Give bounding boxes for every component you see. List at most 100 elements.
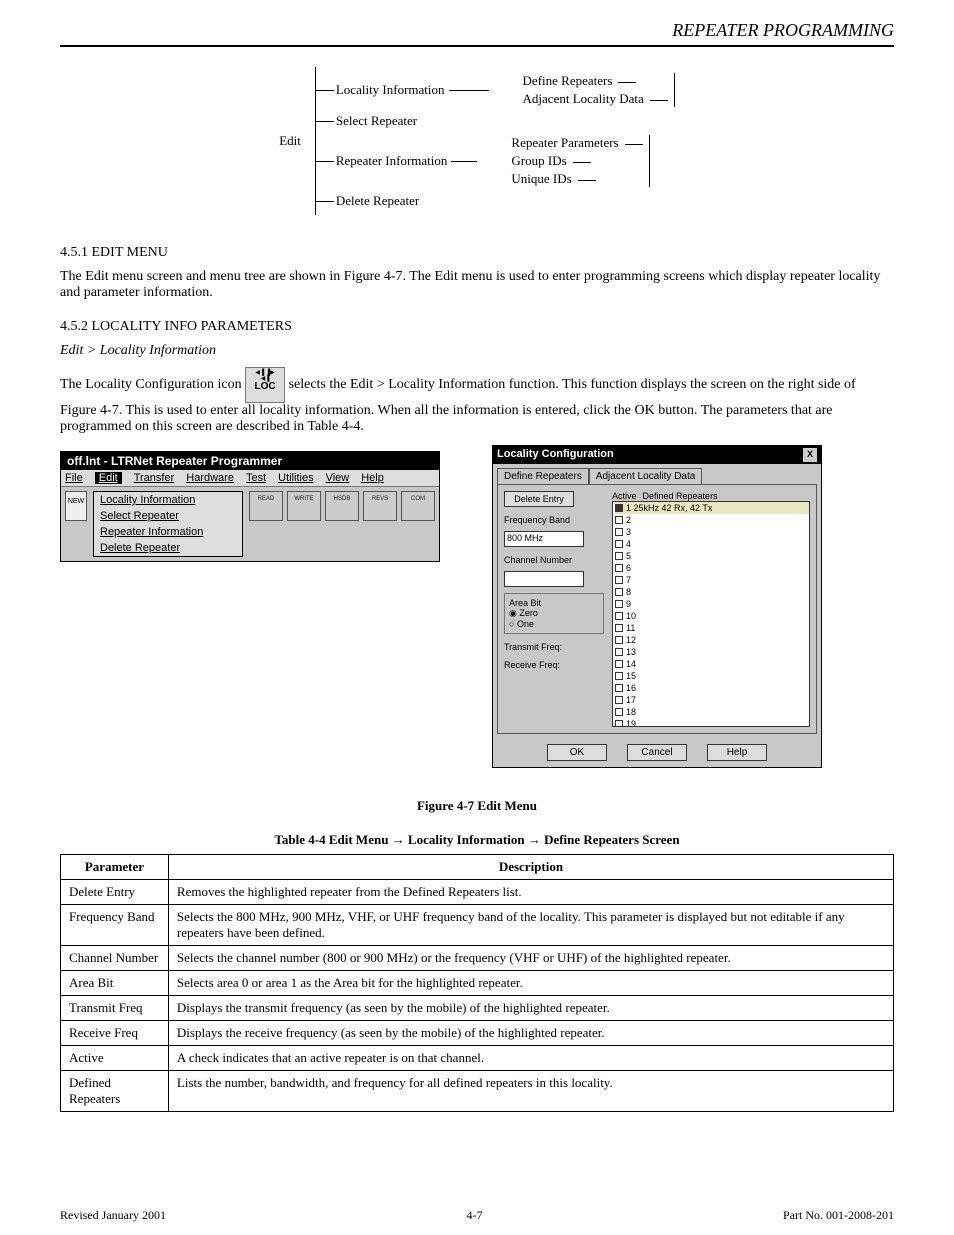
menu-help[interactable]: Help — [361, 472, 384, 484]
active-checkbox[interactable] — [615, 588, 623, 596]
defined-repeaters-list[interactable]: 1 25kHz 42 Rx, 42 Tx23456789101112131415… — [612, 501, 810, 727]
list-item[interactable]: 17 — [615, 694, 809, 706]
edit-dropdown[interactable]: Locality Information Select Repeater Rep… — [93, 491, 243, 557]
toolbar-write-button[interactable]: WRITE — [287, 491, 321, 521]
dropdown-delete-repeater[interactable]: Delete Repeater — [94, 540, 242, 556]
list-item[interactable]: 8 — [615, 586, 809, 598]
active-checkbox[interactable] — [615, 696, 623, 704]
list-item[interactable]: 4 — [615, 538, 809, 550]
toolbar-com-button[interactable]: COM — [401, 491, 435, 521]
table-cell-desc: A check indicates that an active repeate… — [168, 1046, 893, 1071]
menu-hardware[interactable]: Hardware — [186, 472, 234, 484]
active-checkbox[interactable] — [615, 612, 623, 620]
active-checkbox[interactable] — [615, 576, 623, 584]
table-row: Receive FreqDisplays the receive frequen… — [61, 1021, 894, 1046]
page-footer: Revised January 2001 4-7 Part No. 001-20… — [60, 1208, 894, 1223]
table-cell-param: Delete Entry — [61, 880, 169, 905]
label-area-bit: Area Bit — [509, 598, 599, 608]
list-item[interactable]: 16 — [615, 682, 809, 694]
active-checkbox[interactable] — [615, 672, 623, 680]
footer-revised: Revised January 2001 — [60, 1208, 166, 1223]
list-item[interactable]: 7 — [615, 574, 809, 586]
list-item[interactable]: 3 — [615, 526, 809, 538]
cancel-button[interactable]: Cancel — [627, 744, 687, 761]
toolbar-hsdb-button[interactable]: HSDB — [325, 491, 359, 521]
menubar[interactable]: File Edit Transfer Hardware Test Utiliti… — [61, 470, 439, 487]
active-checkbox[interactable] — [615, 564, 623, 572]
list-item[interactable]: 10 — [615, 610, 809, 622]
list-item[interactable]: 18 — [615, 706, 809, 718]
list-item-label: 8 — [626, 586, 631, 598]
frequency-band-select[interactable]: 800 MHz — [504, 531, 584, 547]
active-checkbox[interactable] — [615, 600, 623, 608]
channel-number-select[interactable] — [504, 571, 584, 587]
list-item-label: 15 — [626, 670, 636, 682]
para-edit-menu: The Edit menu screen and menu tree are s… — [60, 269, 894, 301]
list-item-label: 1 25kHz 42 Rx, 42 Tx — [626, 502, 712, 514]
list-item[interactable]: 5 — [615, 550, 809, 562]
table-row: Area BitSelects area 0 or area 1 as the … — [61, 971, 894, 996]
active-checkbox[interactable] — [615, 660, 623, 668]
active-checkbox[interactable] — [615, 624, 623, 632]
list-item[interactable]: 19 — [615, 718, 809, 727]
list-item-label: 13 — [626, 646, 636, 658]
tree-define-repeaters: Define Repeaters — [523, 73, 668, 89]
locality-config-icon: ◀▐ ▐▶ ◀▐ LOC — [245, 367, 285, 403]
active-checkbox[interactable] — [615, 708, 623, 716]
list-item[interactable]: 14 — [615, 658, 809, 670]
menu-file[interactable]: File — [65, 472, 83, 484]
list-item-label: 19 — [626, 718, 636, 727]
list-item[interactable]: 11 — [615, 622, 809, 634]
active-checkbox[interactable] — [615, 720, 623, 727]
list-item-label: 12 — [626, 634, 636, 646]
menu-utilities[interactable]: Utilities — [278, 472, 313, 484]
menu-view[interactable]: View — [326, 472, 350, 484]
label-receive-freq: Receive Freq: — [504, 660, 604, 670]
dialog-close-icon[interactable]: X — [803, 448, 817, 462]
toolbar-read-button[interactable]: READ — [249, 491, 283, 521]
tab-define-repeaters[interactable]: Define Repeaters — [497, 468, 589, 484]
help-button[interactable]: Help — [707, 744, 767, 761]
list-item[interactable]: 9 — [615, 598, 809, 610]
list-item[interactable]: 6 — [615, 562, 809, 574]
active-checkbox[interactable] — [615, 540, 623, 548]
list-item[interactable]: 13 — [615, 646, 809, 658]
menu-edit[interactable]: Edit — [95, 472, 122, 484]
active-checkbox[interactable] — [615, 636, 623, 644]
table-row: Transmit FreqDisplays the transmit frequ… — [61, 996, 894, 1021]
table-cell-desc: Selects the 800 MHz, 900 MHz, VHF, or UH… — [168, 905, 893, 946]
para-locality-prefix: The Locality Configuration icon — [60, 377, 242, 392]
radio-one[interactable]: ○ — [509, 619, 517, 629]
table-title: Table 4-4 Edit Menu → Locality Informati… — [60, 832, 894, 848]
tab-adjacent-locality[interactable]: Adjacent Locality Data — [589, 468, 703, 484]
active-checkbox[interactable] — [615, 552, 623, 560]
active-checkbox[interactable] — [615, 504, 623, 512]
menu-test[interactable]: Test — [246, 472, 266, 484]
active-checkbox[interactable] — [615, 684, 623, 692]
toolbar-new-button[interactable]: NEW — [65, 491, 87, 521]
col-defined-repeaters: Defined Repeaters — [643, 491, 718, 501]
loc-icon-label: LOC — [246, 382, 284, 392]
active-checkbox[interactable] — [615, 516, 623, 524]
list-item[interactable]: 2 — [615, 514, 809, 526]
list-item[interactable]: 15 — [615, 670, 809, 682]
table-cell-desc: Displays the transmit frequency (as seen… — [168, 996, 893, 1021]
list-item[interactable]: 12 — [615, 634, 809, 646]
ok-button[interactable]: OK — [547, 744, 607, 761]
active-checkbox[interactable] — [615, 648, 623, 656]
list-item[interactable]: 1 25kHz 42 Rx, 42 Tx — [615, 502, 809, 514]
table-row: Defined RepeatersLists the number, bandw… — [61, 1071, 894, 1112]
toolbar-revs-button[interactable]: REVS — [363, 491, 397, 521]
radio-zero[interactable]: ◉ — [509, 608, 519, 618]
label-channel-number: Channel Number — [504, 555, 604, 565]
table-cell-param: Defined Repeaters — [61, 1071, 169, 1112]
menu-transfer[interactable]: Transfer — [134, 472, 175, 484]
dropdown-select-repeater[interactable]: Select Repeater — [94, 508, 242, 524]
table-row: Frequency BandSelects the 800 MHz, 900 M… — [61, 905, 894, 946]
delete-entry-button[interactable]: Delete Entry — [504, 491, 574, 507]
list-item-label: 6 — [626, 562, 631, 574]
active-checkbox[interactable] — [615, 528, 623, 536]
dropdown-locality-info[interactable]: Locality Information — [94, 492, 242, 508]
dropdown-repeater-info[interactable]: Repeater Information — [94, 524, 242, 540]
table-cell-desc: Removes the highlighted repeater from th… — [168, 880, 893, 905]
